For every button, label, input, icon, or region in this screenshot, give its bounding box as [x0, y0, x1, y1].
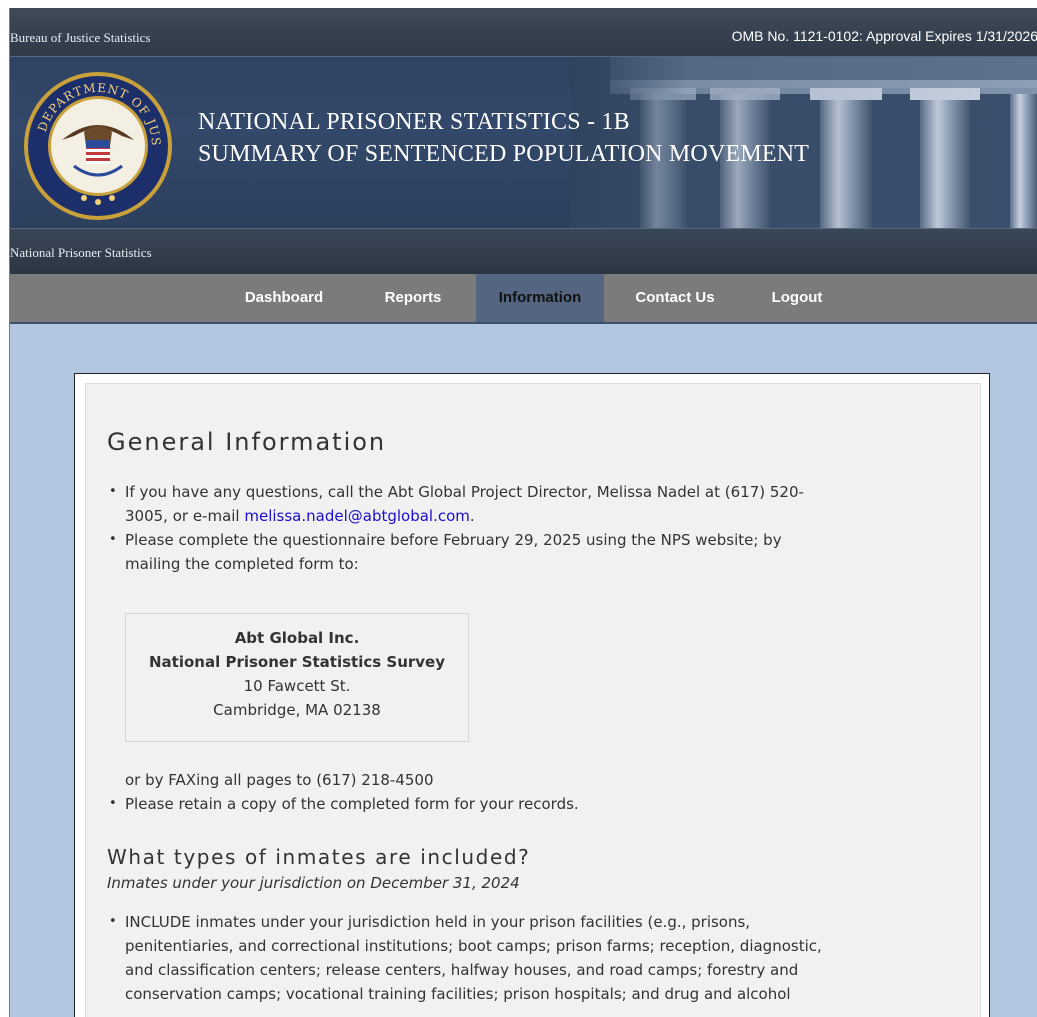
nav-contact-us[interactable]: Contact Us [620, 274, 730, 322]
fax-text: or by FAXing all pages to (617) 218-4500 [125, 771, 434, 789]
inmates-included-heading: What types of inmates are included? [107, 845, 531, 869]
contact-period: . [469, 507, 475, 525]
nav-logout[interactable]: Logout [752, 274, 842, 322]
include-line-2: penitentiaries, and correctional institu… [125, 937, 822, 955]
retain-list: Please retain a copy of the completed fo… [107, 792, 967, 816]
email-link[interactable]: melissa.nadel@abtglobal.com [244, 507, 470, 525]
include-line-3: and classification centers; release cent… [125, 961, 799, 979]
list-item-complete: Please complete the questionnaire before… [107, 528, 967, 576]
program-bar: National Prisoner Statistics [10, 228, 1037, 274]
page-frame: Bureau of Justice Statistics OMB No. 112… [9, 8, 1037, 1017]
omb-approval-text: OMB No. 1121-0102: Approval Expires 1/31… [731, 28, 1037, 44]
program-name: National Prisoner Statistics [10, 245, 152, 260]
section-heading: General Information [107, 428, 387, 456]
list-item-contact: If you have any questions, call the Abt … [107, 480, 967, 528]
jurisdiction-caption: Inmates under your jurisdiction on Decem… [107, 874, 520, 892]
mailing-address-box: Abt Global Inc. National Prisoner Statis… [125, 613, 469, 742]
content-card: General Information If you have any ques… [85, 383, 981, 1017]
doj-seal-logo: DEPARTMENT OF JUSTICE [22, 70, 174, 222]
nav-dashboard[interactable]: Dashboard [223, 274, 345, 322]
header-banner: Bureau of Justice Statistics OMB No. 112… [10, 8, 1037, 274]
complete-line-2: mailing the completed form to: [125, 555, 359, 573]
content-panel: General Information If you have any ques… [74, 373, 990, 1017]
contact-line-2: 3005, or e-mail melissa.nadel@abtglobal.… [125, 504, 967, 528]
include-line-1: INCLUDE inmates under your jurisdiction … [125, 913, 751, 931]
include-list: INCLUDE inmates under your jurisdiction … [107, 910, 967, 1006]
list-item-include: INCLUDE inmates under your jurisdiction … [107, 910, 967, 1006]
nav-reports[interactable]: Reports [371, 274, 455, 322]
contact-line-1: If you have any questions, call the Abt … [125, 483, 804, 501]
top-bar: Bureau of Justice Statistics OMB No. 112… [10, 8, 1037, 57]
list-item-retain: Please retain a copy of the completed fo… [107, 792, 967, 816]
address-street: 10 Fawcett St. [243, 677, 351, 695]
include-line-4: conservation camps; vocational training … [125, 985, 791, 1003]
nav-information[interactable]: Information [476, 274, 604, 322]
address-org: Abt Global Inc. [234, 629, 360, 647]
title-line-1: NATIONAL PRISONER STATISTICS - 1B [198, 109, 630, 135]
agency-name: Bureau of Justice Statistics [10, 30, 151, 45]
main-nav: Dashboard Reports Information Contact Us… [10, 274, 1037, 324]
info-list: If you have any questions, call the Abt … [107, 480, 967, 576]
page-title: NATIONAL PRISONER STATISTICS - 1B SUMMAR… [198, 106, 809, 170]
address-survey: National Prisoner Statistics Survey [149, 653, 445, 671]
title-line-2: SUMMARY OF SENTENCED POPULATION MOVEMENT [198, 141, 810, 167]
address-city: Cambridge, MA 02138 [213, 701, 381, 719]
contact-text: 3005, or e-mail [125, 507, 245, 525]
complete-line-1: Please complete the questionnaire before… [125, 531, 782, 549]
